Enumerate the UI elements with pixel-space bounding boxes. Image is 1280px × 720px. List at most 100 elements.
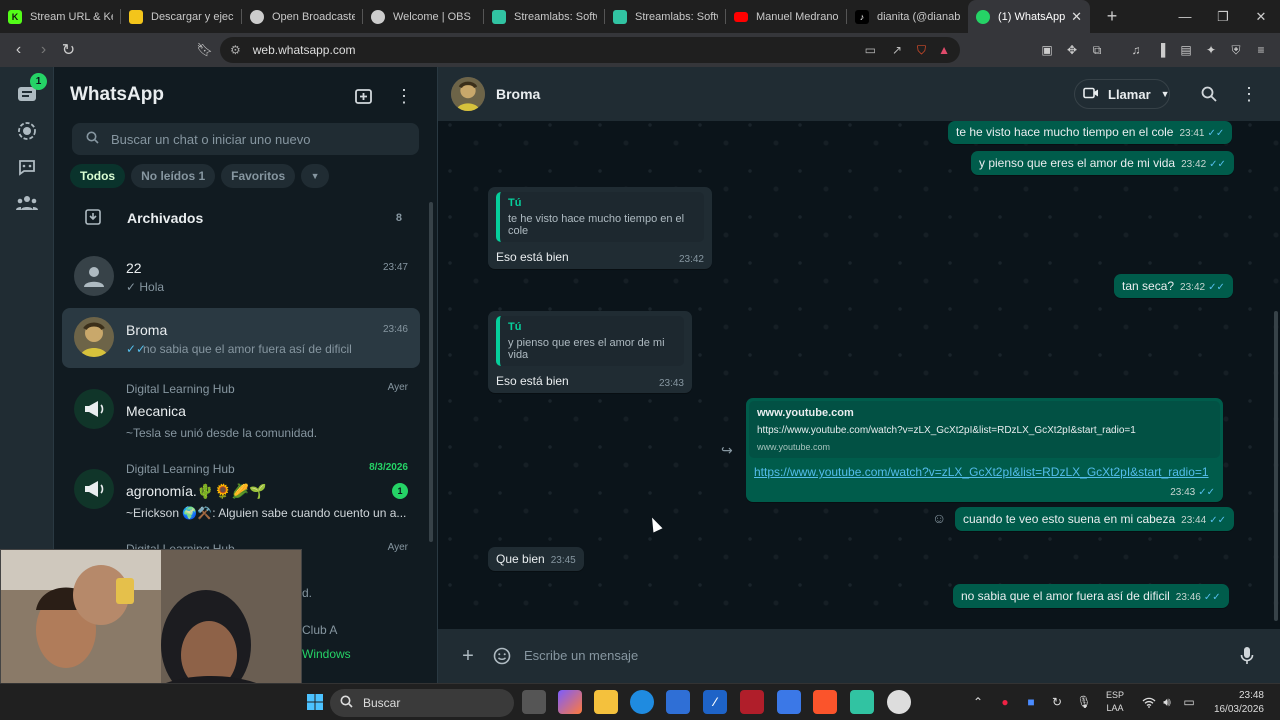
quoted-message[interactable]: Tú y pienso que eres el amor de mi vida: [496, 316, 684, 366]
puzzle-icon[interactable]: ✥: [1061, 39, 1083, 61]
filter-more-chevron-icon[interactable]: ▼: [301, 164, 330, 188]
chat-preview: ✓ Hola: [126, 280, 165, 294]
outgoing-message[interactable]: no sabia que el amor fuera así de difici…: [953, 584, 1229, 608]
emoji-react-icon[interactable]: ☺: [932, 510, 946, 526]
incoming-message[interactable]: Que bien 23:45: [488, 547, 584, 571]
address-bar[interactable]: ⚙ web.whatsapp.com ▭ ↗ ⛉ ▲: [220, 37, 960, 63]
brave-shield-icon[interactable]: ⛉: [917, 43, 926, 58]
copilot-icon[interactable]: [558, 690, 582, 714]
screenshot-icon[interactable]: ⧉: [1086, 39, 1108, 61]
microphone-icon[interactable]: 🎙︎: [1073, 690, 1095, 714]
close-tab-icon[interactable]: ✕: [1065, 9, 1082, 25]
chat-search-input[interactable]: Buscar un chat o iniciar uno nuevo: [72, 123, 419, 155]
site-info-icon[interactable]: ⚙: [230, 43, 241, 57]
chat-list-item[interactable]: Digital Learning Hub agronomía.🌵🌻🌽🌱 8/3/…: [62, 454, 420, 526]
file-explorer-icon[interactable]: [594, 690, 618, 714]
share-icon[interactable]: ↗: [892, 43, 902, 57]
communities-icon[interactable]: [15, 191, 39, 215]
battery-icon[interactable]: ▭: [1178, 690, 1200, 714]
minimize-button[interactable]: —: [1166, 0, 1204, 33]
microphone-icon[interactable]: [1236, 645, 1258, 667]
app-icon[interactable]: [777, 690, 801, 714]
language-indicator[interactable]: ESP LAA: [1106, 689, 1124, 715]
browser-tab[interactable]: Manuel Medrano: [726, 0, 847, 33]
forward-arrow-icon[interactable]: ›: [31, 41, 56, 59]
double-check-icon: ✓✓: [1207, 128, 1225, 139]
music-icon[interactable]: ♫: [1125, 39, 1147, 61]
back-arrow-icon[interactable]: ‹: [6, 41, 31, 59]
browser-tab[interactable]: Streamlabs: Softw: [484, 0, 605, 33]
filter-all[interactable]: Todos: [70, 164, 126, 188]
browser-tab[interactable]: Welcome | OBS: [363, 0, 484, 33]
extension-icon[interactable]: ▣: [1036, 39, 1058, 61]
vpn-icon[interactable]: ⛨: [1225, 39, 1247, 61]
menu-icon[interactable]: ≡: [1250, 39, 1272, 61]
search-icon[interactable]: [1198, 83, 1220, 105]
link-preview-card[interactable]: www.youtube.com https://www.youtube.com/…: [749, 401, 1220, 458]
double-check-icon: ✓✓: [1209, 159, 1226, 170]
browser-tab[interactable]: ♪ dianita (@dianabe: [847, 0, 968, 33]
menu-dots-icon[interactable]: ⋮: [1238, 83, 1260, 105]
obs-icon[interactable]: [887, 690, 911, 714]
leo-icon[interactable]: ✦: [1200, 39, 1222, 61]
tray-app-icon[interactable]: ■: [1020, 690, 1042, 714]
message-link[interactable]: https://www.youtube.com/watch?v=zLX_GcXt…: [754, 465, 1209, 479]
taskbar-search[interactable]: Buscar: [330, 689, 514, 717]
browser-tab[interactable]: K Stream URL & Key: [0, 0, 121, 33]
sticker-icon[interactable]: [491, 645, 513, 667]
filter-unread[interactable]: No leídos 1: [131, 164, 216, 188]
chat-list-item-selected[interactable]: Broma 23:46 ✓✓ no sabia que el amor fuer…: [62, 308, 420, 368]
channels-icon[interactable]: [15, 155, 39, 179]
volume-icon[interactable]: 🔊︎: [1156, 690, 1178, 714]
edge-icon[interactable]: [630, 690, 654, 714]
contact-avatar[interactable]: [451, 77, 485, 111]
maximize-button[interactable]: ❐: [1204, 0, 1242, 33]
visual-studio-icon[interactable]: ⁄: [703, 690, 727, 714]
link-domain: www.youtube.com: [757, 442, 831, 452]
wallet-icon[interactable]: ▤: [1175, 39, 1197, 61]
new-chat-icon[interactable]: [352, 84, 376, 108]
plus-icon[interactable]: +: [457, 645, 479, 667]
brave-icon[interactable]: [813, 690, 837, 714]
new-tab-button[interactable]: +: [1102, 6, 1122, 27]
outgoing-message[interactable]: y pienso que eres el amor de mi vida 23:4…: [971, 151, 1234, 175]
outgoing-message[interactable]: tan seca? 23:42 ✓✓: [1114, 274, 1233, 298]
tray-chevron-up-icon[interactable]: ⌃: [967, 690, 989, 714]
tray-sync-icon[interactable]: ↻: [1046, 690, 1068, 714]
archived-row[interactable]: Archivados 8: [54, 204, 437, 232]
chat-list-scrollbar[interactable]: [429, 202, 433, 542]
reload-icon[interactable]: ↻: [56, 40, 81, 60]
browser-tab[interactable]: Open Broadcaster: [242, 0, 363, 33]
filter-favorites[interactable]: Favoritos: [221, 164, 296, 188]
system-clock[interactable]: 23:48 16/03/2026: [1208, 689, 1264, 717]
call-button[interactable]: Llamar ▼: [1074, 79, 1170, 109]
forward-icon[interactable]: ↪: [721, 442, 733, 459]
chat-list-item[interactable]: Digital Learning Hub Mecanica Ayer ~Tesl…: [62, 374, 420, 444]
message-input[interactable]: Escribe un mensaje: [524, 639, 1224, 673]
browser-tab[interactable]: Descargar y ejecut: [121, 0, 242, 33]
mcafee-icon[interactable]: [740, 690, 764, 714]
chat-list-item[interactable]: 22 23:47 ✓ Hola: [62, 247, 420, 307]
browser-tab[interactable]: Streamlabs: Softw: [605, 0, 726, 33]
browser-tab-active[interactable]: (1) WhatsApp ✕: [968, 0, 1090, 33]
menu-dots-icon[interactable]: ⋮: [392, 84, 416, 108]
store-icon[interactable]: [666, 690, 690, 714]
conversation-scrollbar[interactable]: [1274, 311, 1278, 621]
close-window-button[interactable]: ✕: [1242, 0, 1280, 33]
outgoing-message[interactable]: te he visto hace mucho tiempo en el cole…: [948, 121, 1233, 144]
outgoing-link-message[interactable]: www.youtube.com https://www.youtube.com/…: [746, 398, 1223, 502]
cast-icon[interactable]: ▭: [865, 43, 876, 57]
sidebar-icon[interactable]: ▐: [1150, 39, 1172, 61]
status-icon[interactable]: [15, 119, 39, 143]
brave-rewards-icon[interactable]: ▲: [938, 43, 950, 57]
quoted-message[interactable]: Tú te he visto hace mucho tiempo en el c…: [496, 192, 704, 242]
bookmark-icon[interactable]: 🔖︎: [192, 42, 217, 58]
streamlabs-icon[interactable]: [850, 690, 874, 714]
incoming-message[interactable]: Tú te he visto hace mucho tiempo en el c…: [488, 187, 712, 269]
contact-name[interactable]: Broma: [496, 86, 540, 102]
incoming-message[interactable]: Tú y pienso que eres el amor de mi vida …: [488, 311, 692, 393]
outgoing-message[interactable]: cuando te veo esto suena en mi cabeza 23:…: [955, 507, 1234, 531]
task-view-icon[interactable]: [522, 690, 546, 714]
tray-app-icon[interactable]: ●: [994, 690, 1016, 714]
windows-start-icon[interactable]: [303, 690, 327, 714]
